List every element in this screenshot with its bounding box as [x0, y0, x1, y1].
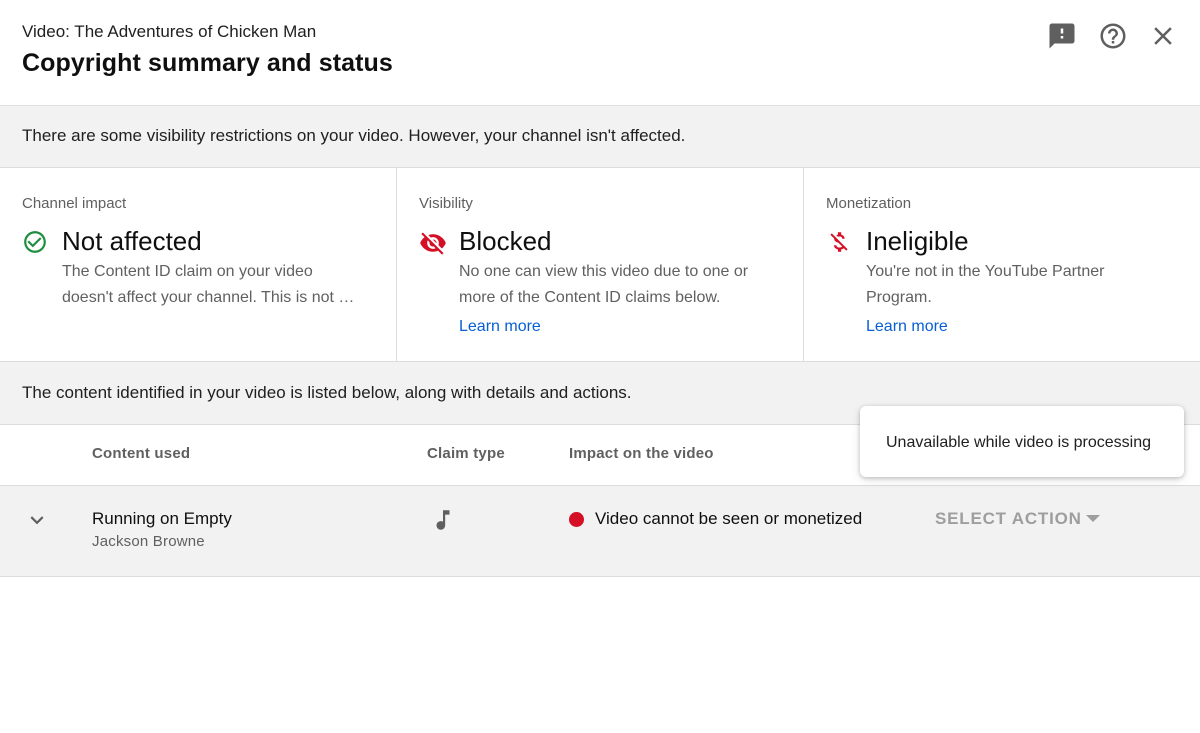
expand-chevron-icon[interactable] — [24, 507, 50, 533]
money-off-icon — [826, 229, 852, 255]
check-circle-icon — [22, 229, 48, 255]
channel-impact-desc-line2: doesn't affect your channel. This is not… — [62, 288, 355, 306]
channel-impact-status: Not affected — [62, 226, 202, 256]
monetization-panel: Monetization Ineligible You're not in th… — [804, 168, 1200, 361]
visibility-description: No one can view this video due to one or… — [459, 259, 769, 310]
visibility-panel: Visibility Blocked No one can view this … — [397, 168, 804, 361]
channel-impact-description: The Content ID claim on your video doesn… — [62, 259, 372, 310]
visibility-desc-line2: more of the Content ID claims below. — [459, 288, 721, 306]
video-subtitle: Video: The Adventures of Chicken Man — [22, 22, 317, 41]
visibility-status: Blocked — [459, 226, 552, 256]
tooltip-text: Unavailable while video is processing — [886, 434, 1152, 451]
monetization-desc-line2: Program. — [866, 288, 932, 306]
close-icon[interactable] — [1147, 20, 1179, 52]
visibility-summary-banner: There are some visibility restrictions o… — [0, 106, 1200, 168]
visibility-label: Visibility — [419, 195, 473, 212]
table-row: Running on Empty Jackson Browne Video ca… — [0, 486, 1200, 577]
dialog-header: Video: The Adventures of Chicken Man Cop… — [0, 0, 1200, 106]
dropdown-arrow-icon[interactable] — [1086, 515, 1100, 522]
visibility-learn-more-link[interactable]: Learn more — [459, 318, 541, 336]
column-header-impact: Impact on the video — [569, 445, 714, 462]
help-icon[interactable] — [1097, 20, 1129, 52]
monetization-desc-line1: You're not in the YouTube Partner — [866, 263, 1105, 280]
banner-text: There are some visibility restrictions o… — [22, 126, 686, 145]
monetization-status: Ineligible — [866, 226, 969, 256]
impact-status-dot — [569, 512, 584, 527]
column-header-content-used: Content used — [92, 445, 191, 462]
status-panels: Channel impact Not affected The Content … — [0, 168, 1200, 362]
feedback-icon[interactable] — [1046, 20, 1078, 52]
processing-tooltip: Unavailable while video is processing — [860, 406, 1184, 477]
page-title: Copyright summary and status — [22, 49, 393, 77]
monetization-label: Monetization — [826, 195, 912, 212]
monetization-description: You're not in the YouTube Partner Progra… — [866, 259, 1176, 310]
channel-impact-panel: Channel impact Not affected The Content … — [0, 168, 397, 361]
select-action-button[interactable]: SELECT ACTION — [935, 509, 1082, 529]
music-note-icon — [430, 507, 456, 533]
channel-impact-desc-line1: The Content ID claim on your video — [62, 263, 313, 280]
visibility-off-icon — [419, 229, 446, 255]
content-identified-text: The content identified in your video is … — [22, 383, 632, 402]
monetization-learn-more-link[interactable]: Learn more — [866, 318, 948, 336]
impact-text: Video cannot be seen or monetized — [595, 509, 863, 528]
visibility-desc-line1: No one can view this video due to one or — [459, 263, 749, 280]
channel-impact-label: Channel impact — [22, 195, 127, 212]
content-title: Running on Empty — [92, 509, 232, 528]
column-header-claim-type: Claim type — [427, 445, 505, 462]
content-artist: Jackson Browne — [92, 533, 205, 550]
